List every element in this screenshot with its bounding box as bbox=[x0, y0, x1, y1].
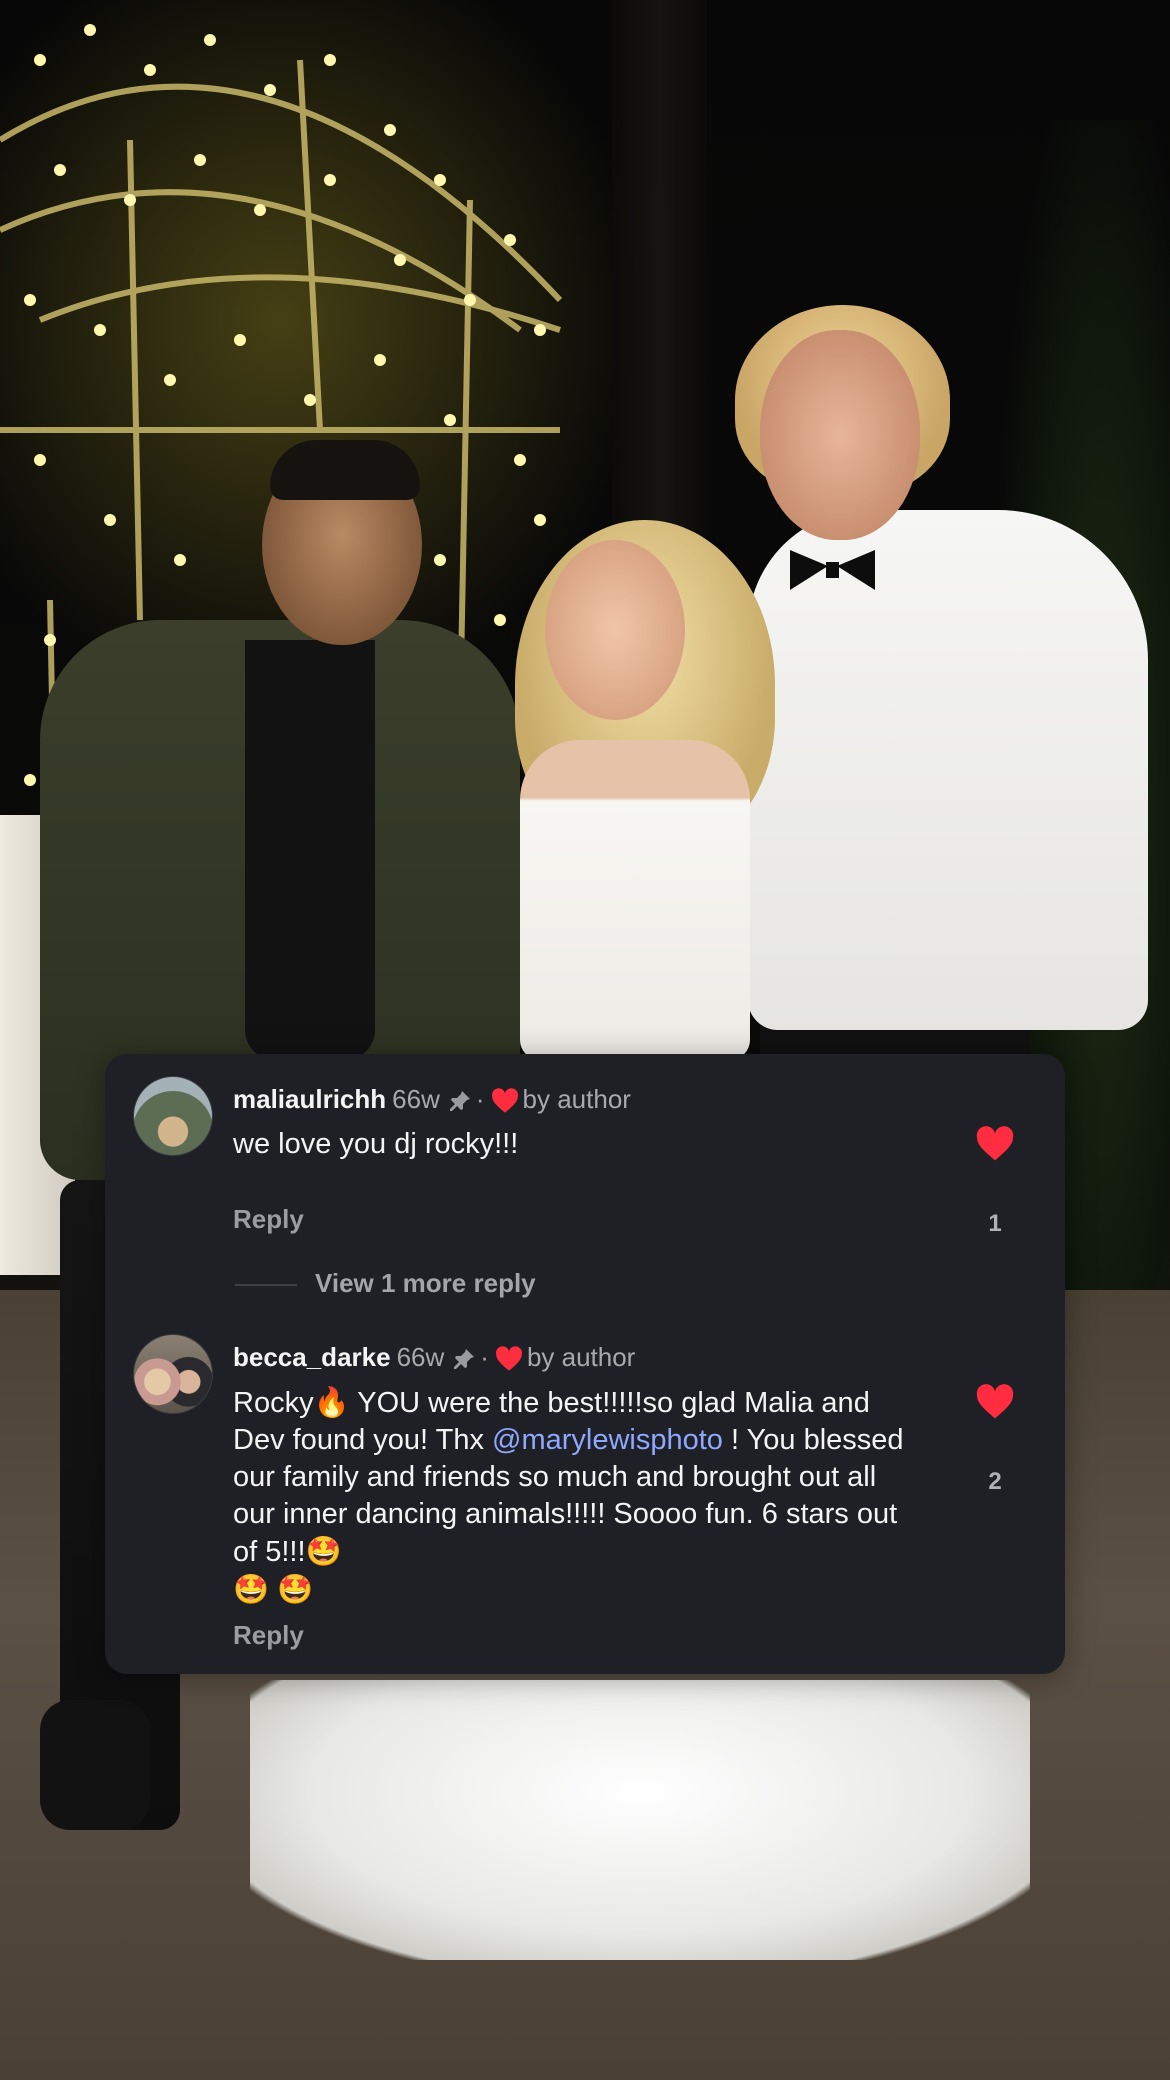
author-badge: by author bbox=[522, 1084, 631, 1114]
star-struck-emoji: 🤩 bbox=[277, 1572, 314, 1606]
dj-hair bbox=[270, 440, 420, 500]
view-more-label: View 1 more reply bbox=[315, 1268, 536, 1298]
avatar[interactable] bbox=[133, 1076, 213, 1156]
bride-face bbox=[545, 540, 685, 720]
view-more-replies[interactable]: View 1 more reply bbox=[235, 1268, 536, 1299]
background-photo bbox=[0, 0, 1170, 2080]
username[interactable]: becca_darke bbox=[233, 1342, 391, 1372]
pin-icon bbox=[454, 1349, 475, 1370]
avatar[interactable] bbox=[133, 1334, 213, 1414]
mention-link[interactable]: @marylewisphoto bbox=[492, 1424, 723, 1456]
heart-icon bbox=[976, 1126, 1014, 1161]
like-count: 1 bbox=[988, 1210, 1002, 1237]
comment-meta: maliaulrichh 66w · by author bbox=[233, 1084, 631, 1114]
bow-tie bbox=[790, 550, 875, 590]
comment-text: we love you dj rocky!!! bbox=[233, 1128, 519, 1160]
heart-icon bbox=[976, 1384, 1014, 1419]
groom-face bbox=[760, 330, 920, 540]
heart-icon bbox=[495, 1346, 522, 1371]
comment-age: 66w bbox=[396, 1342, 445, 1372]
thread-line bbox=[235, 1284, 297, 1287]
bride-dress-bodice bbox=[520, 740, 750, 1060]
like-button[interactable] bbox=[973, 1126, 1017, 1167]
bride-dress-skirt bbox=[250, 1680, 1030, 1960]
comments-card: maliaulrichh 66w · by author we love you dj… bbox=[105, 1054, 1065, 1674]
dj-shoe bbox=[40, 1700, 150, 1830]
fire-emoji: 🔥 bbox=[313, 1385, 350, 1419]
like-count: 2 bbox=[988, 1468, 1002, 1495]
comment-text: Rocky🔥 YOU were the best!!!!!so glad Mal… bbox=[233, 1385, 904, 1606]
heart-icon bbox=[491, 1088, 518, 1113]
author-badge: by author bbox=[526, 1342, 636, 1372]
dj-shirt bbox=[245, 640, 375, 1060]
username[interactable]: maliaulrichh bbox=[233, 1084, 386, 1114]
pin-icon bbox=[449, 1091, 470, 1112]
reply-button[interactable]: Reply bbox=[233, 1620, 304, 1651]
comment-meta: becca_darke 66w · by author bbox=[233, 1342, 636, 1372]
tree-trunk bbox=[612, 0, 707, 560]
star-struck-emoji: 🤩 bbox=[233, 1572, 270, 1606]
comment-age: 66w bbox=[392, 1084, 440, 1114]
reply-button[interactable]: Reply bbox=[233, 1204, 304, 1235]
star-struck-emoji: 🤩 bbox=[305, 1534, 342, 1568]
like-button[interactable] bbox=[973, 1384, 1017, 1425]
